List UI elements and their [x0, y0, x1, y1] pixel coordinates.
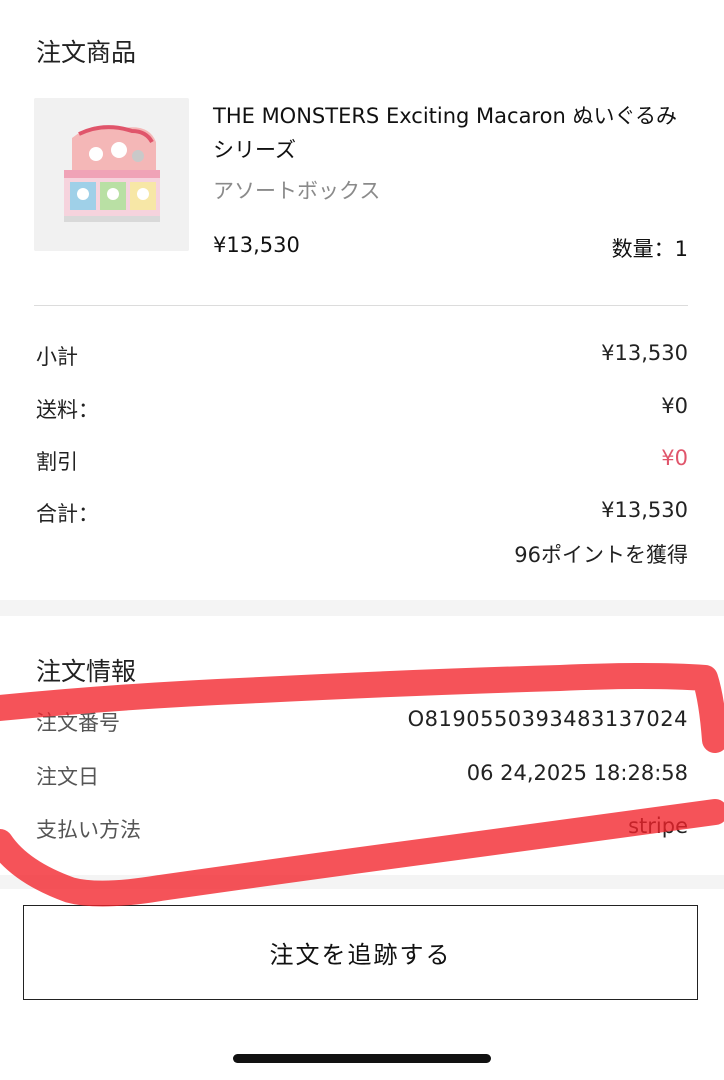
section-separator-bottom [0, 875, 724, 889]
discount-value: ¥0 [661, 446, 688, 470]
order-info-title: 注文情報 [36, 657, 137, 686]
home-indicator[interactable] [233, 1054, 491, 1063]
total-value: ¥13,530 [601, 498, 688, 522]
product-name[interactable]: THE MONSTERS Exciting Macaron ぬいぐるみシリーズ [213, 99, 693, 167]
subtotal-value: ¥13,530 [601, 341, 688, 365]
points-earned: 96ポイントを獲得 [514, 543, 688, 567]
payment-method-value: stripe [628, 814, 688, 838]
track-order-button[interactable]: 注文を追跡する [23, 905, 698, 1000]
order-items-title: 注文商品 [36, 38, 137, 67]
product-image[interactable] [34, 98, 189, 251]
shipping-value: ¥0 [661, 394, 688, 418]
discount-label: 割引 [36, 450, 78, 474]
order-date-label: 注文日 [36, 765, 99, 789]
order-number-label: 注文番号 [36, 711, 120, 735]
payment-method-label: 支払い方法 [36, 818, 141, 842]
product-variant: アソートボックス [213, 179, 381, 203]
total-label: 合計： [36, 502, 99, 526]
divider [34, 305, 688, 306]
product-box-image [34, 98, 189, 251]
shipping-label: 送料： [36, 398, 99, 422]
product-price: ¥13,530 [213, 233, 300, 257]
order-date-value: 06 24,2025 18:28:58 [466, 761, 688, 785]
product-quantity: 数量：1 [611, 237, 688, 261]
section-separator [0, 600, 724, 616]
subtotal-label: 小計 [36, 345, 78, 369]
order-number-value: O8190550393483137024 [407, 707, 688, 731]
